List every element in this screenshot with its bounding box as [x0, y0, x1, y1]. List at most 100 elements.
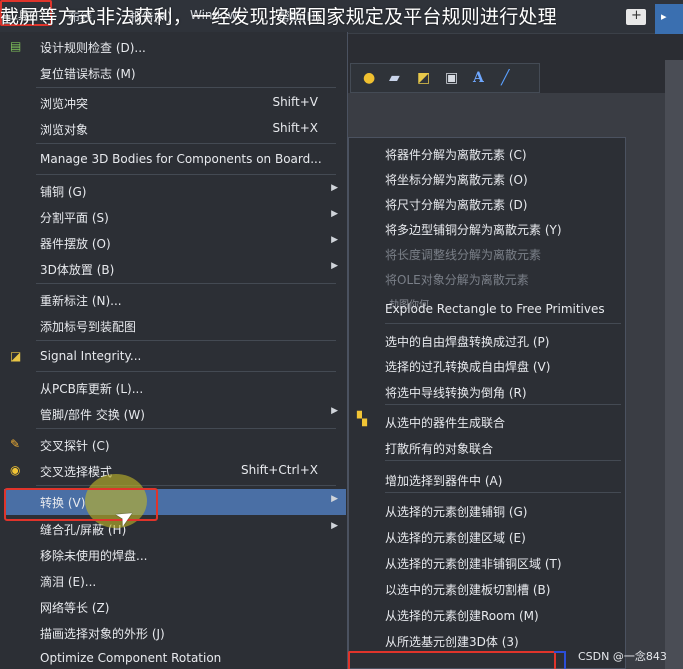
right-panel-tab[interactable]: ▸: [655, 4, 683, 34]
menu-separator: [36, 371, 336, 372]
menu-item-3d-body-placement[interactable]: 3D体放置 (B) ▶: [4, 256, 346, 280]
submenu-item-explode-coordinate[interactable]: 将坐标分解为离散元素 (O): [349, 165, 625, 189]
submenu-item-label: 以选中的元素创建板切割槽 (B): [385, 583, 551, 597]
submenu-item-label: 从选择的元素创建非铺铜区域 (T): [385, 557, 562, 571]
menu-item-cross-probe[interactable]: ✎ 交叉探针 (C): [4, 432, 346, 456]
line-chart-icon[interactable]: ◩: [417, 71, 430, 85]
menu-separator: [36, 485, 336, 486]
menu-separator: [36, 283, 336, 284]
menu-item-manage-3d-bodies[interactable]: Manage 3D Bodies for Components on Board…: [4, 147, 346, 171]
submenu-item-explode-length-tuning: 将长度调整线分解为离散元素: [349, 240, 625, 264]
submenu-item-explode-dimension[interactable]: 将尺寸分解为离散元素 (D): [349, 190, 625, 214]
submenu-item-create-room[interactable]: 从选择的元素创建Room (M): [349, 601, 625, 625]
menu-item-teardrops[interactable]: 滴泪 (E)...: [4, 568, 346, 592]
menu-item-remove-unused-pads[interactable]: 移除未使用的焊盘...: [4, 542, 346, 566]
menu-item-label: 交叉探针 (C): [40, 439, 110, 453]
add-icon[interactable]: [626, 8, 646, 25]
submenu-item-label: 从所选基元创建3D体 (3): [385, 635, 519, 649]
menu-separator: [36, 87, 336, 88]
menu-item-shortcut: Shift+V: [272, 95, 318, 109]
menu-item-split-planes[interactable]: 分割平面 (S) ▶: [4, 204, 346, 228]
submenu-item-label: 将坐标分解为离散元素 (O): [385, 173, 528, 187]
submenu-item-label: 将选中导线转换为倒角 (R): [385, 386, 527, 400]
menu-item-label: 描画选择对象的外形 (J): [40, 627, 165, 641]
menu-item-re-annotate[interactable]: 重新标注 (N)...: [4, 287, 346, 311]
menu-item-label: 重新标注 (N)...: [40, 294, 122, 308]
tools-dropdown-menu: ▤ 设计规则检查 (D)... 复位错误标志 (M) 浏览冲突 Shift+V …: [0, 32, 348, 669]
menu-item-shortcut: Shift+Ctrl+X: [241, 463, 318, 477]
submenu-item-explode-rectangle[interactable]: Explode Rectangle to Free Primitives: [349, 296, 625, 320]
submenu-arrow-icon: ▶: [331, 209, 338, 219]
menu-item-pin-swap[interactable]: 管脚/部件 交换 (W) ▶: [4, 401, 346, 425]
menu-item-label: 铺铜 (G): [40, 185, 87, 199]
menu-item-signal-integrity[interactable]: ◪ Signal Integrity...: [4, 344, 346, 368]
submenu-item-create-polygon[interactable]: 从选择的元素创建铺铜 (G): [349, 497, 625, 521]
menu-item-update-from-library[interactable]: 从PCB库更新 (L)...: [4, 375, 346, 399]
menu-item-equalize-net-lengths[interactable]: 网络等长 (Z): [4, 594, 346, 618]
menu-item-label: 器件摆放 (O): [40, 237, 111, 251]
menu-item-label: 浏览对象: [40, 123, 89, 137]
submenu-item-label: 将多边型铺铜分解为离散元素 (Y): [385, 223, 562, 237]
union-icon: ▚: [357, 412, 367, 427]
menu-separator: [36, 340, 336, 341]
submenu-item-create-region[interactable]: 从选择的元素创建区域 (E): [349, 523, 625, 547]
submenu-item-create-board-cutout[interactable]: 以选中的元素创建板切割槽 (B): [349, 575, 625, 599]
menu-item-label: Optimize Component Rotation: [40, 651, 222, 665]
submenu-item-label: Explode Rectangle to Free Primitives: [385, 302, 605, 316]
menu-item-label: 设计规则检查 (D)...: [40, 41, 146, 55]
submenu-arrow-icon: ▶: [331, 406, 338, 416]
submenu-item-via-to-pad[interactable]: 选择的过孔转换成自由焊盘 (V): [349, 352, 625, 376]
submenu-arrow-icon: ▶: [331, 235, 338, 245]
menu-item-component-placement[interactable]: 器件摆放 (O) ▶: [4, 230, 346, 254]
menu-item-label: 从PCB库更新 (L)...: [40, 382, 144, 396]
menu-item-label: 分割平面 (S): [40, 211, 109, 225]
submenu-item-explode-polygon[interactable]: 将多边型铺铜分解为离散元素 (Y): [349, 215, 625, 239]
submenu-arrow-icon: ▶: [331, 521, 338, 531]
line-icon[interactable]: ╱: [501, 71, 509, 85]
menu-item-outline-selected[interactable]: 描画选择对象的外形 (J): [4, 620, 346, 644]
menu-separator: [36, 428, 336, 429]
submenu-item-label: 从选中的器件生成联合: [385, 416, 506, 430]
menu-item-cross-select-mode[interactable]: ◉ 交叉选择模式 Shift+Ctrl+X: [4, 458, 346, 482]
fill-icon[interactable]: ▰: [389, 71, 400, 85]
right-panel-edge: [665, 60, 683, 669]
submenu-item-add-to-component[interactable]: 增加选择到器件中 (A): [349, 466, 625, 490]
submenu-item-label: 将器件分解为离散元素 (C): [385, 148, 527, 162]
menu-item-label: 管脚/部件 交换 (W): [40, 408, 145, 422]
convert-submenu: 将器件分解为离散元素 (C) 将坐标分解为离散元素 (O) 将尺寸分解为离散元素…: [348, 137, 626, 669]
menu-item-browse-violations[interactable]: 浏览冲突 Shift+V: [4, 90, 346, 114]
menu-separator: [385, 460, 621, 461]
submenu-item-track-to-chamfer[interactable]: 将选中导线转换为倒角 (R): [349, 378, 625, 402]
menu-item-label: 网络等长 (Z): [40, 601, 110, 615]
text-icon[interactable]: A: [473, 71, 484, 85]
submenu-item-explode-ole: 将OLE对象分解为离散元素: [349, 265, 625, 289]
menu-item-shortcut: Shift+X: [272, 121, 318, 135]
watermark-text: 截屏等方式非法获利，一经发现按照国家规定及平台规则进行处理: [0, 6, 557, 28]
menu-separator: [36, 143, 336, 144]
menu-item-reset-error-marks[interactable]: 复位错误标志 (M): [4, 60, 346, 84]
submenu-item-pad-to-via[interactable]: 选中的自由焊盘转换成过孔 (P): [349, 327, 625, 351]
submenu-item-label: 从选择的元素创建铺铜 (G): [385, 505, 528, 519]
menu-item-label: Manage 3D Bodies for Components on Board…: [40, 152, 322, 166]
submenu-item-create-union[interactable]: ▚ 从选中的器件生成联合: [349, 408, 625, 432]
submenu-arrow-icon: ▶: [331, 494, 338, 504]
menu-item-polygon-pour[interactable]: 铺铜 (G) ▶: [4, 178, 346, 202]
submenu-item-break-all-unions[interactable]: 打散所有的对象联合: [349, 434, 625, 458]
menu-item-drc[interactable]: ▤ 设计规则检查 (D)...: [4, 34, 346, 58]
submenu-item-explode-component[interactable]: 将器件分解为离散元素 (C): [349, 140, 625, 164]
submenu-item-create-keepout[interactable]: 从选择的元素创建非铺铜区域 (T): [349, 549, 625, 573]
menu-item-browse-objects[interactable]: 浏览对象 Shift+X: [4, 116, 346, 140]
cross-probe-icon: ✎: [10, 437, 21, 451]
menu-item-optimize-rotation[interactable]: Optimize Component Rotation: [4, 646, 346, 669]
pad-icon[interactable]: ●: [363, 71, 375, 85]
dimension-icon[interactable]: ▣: [445, 71, 458, 85]
submenu-item-label: 选择的过孔转换成自由焊盘 (V): [385, 360, 551, 374]
menu-item-label: 复位错误标志 (M): [40, 67, 136, 81]
menu-item-add-designators[interactable]: 添加标号到装配图: [4, 313, 346, 337]
top-menu-bar: 工具(T) 布线 报告(R) Window 帮助(H) 截屏等方式非法获利，一经…: [0, 0, 683, 34]
menu-separator: [385, 323, 621, 324]
menu-item-label: 3D体放置 (B): [40, 263, 115, 277]
submenu-item-label: 打散所有的对象联合: [385, 442, 494, 456]
bottom-blue-annotation: [554, 651, 566, 669]
menu-separator: [36, 174, 336, 175]
